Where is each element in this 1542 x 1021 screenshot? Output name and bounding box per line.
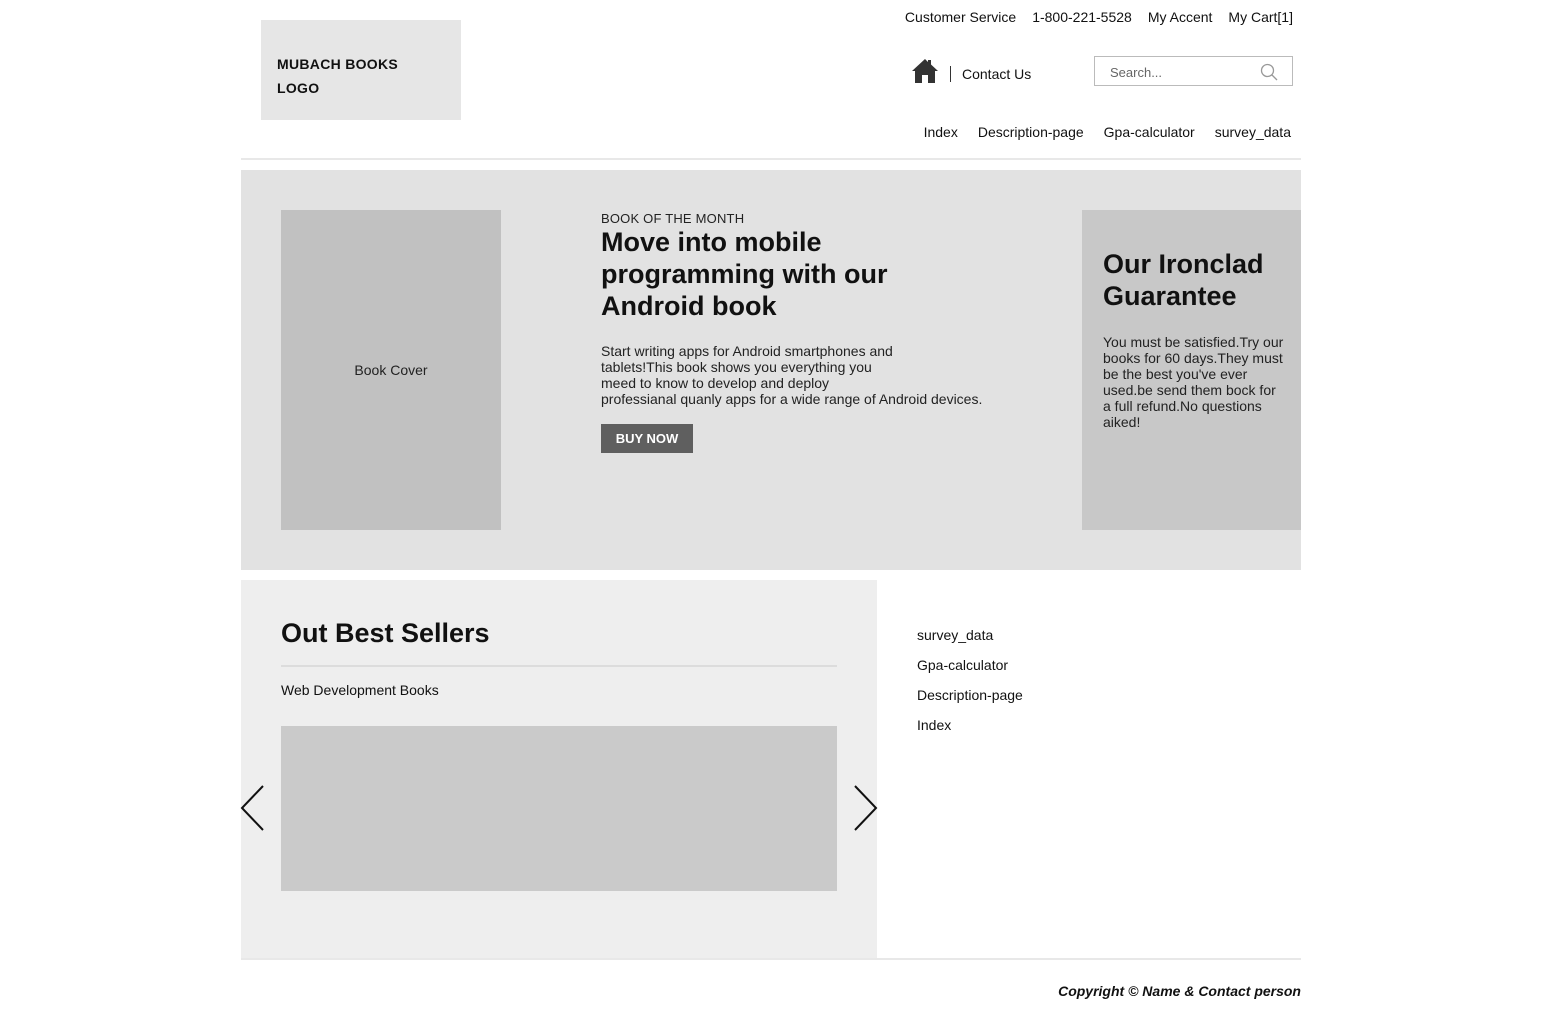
top-utility-links: Customer Service 1-800-221-5528 My Accen… [905,9,1293,25]
logo-line-1: MUBACH BOOKS [277,56,399,72]
nav-description-page[interactable]: Description-page [978,124,1084,140]
best-sellers-carousel[interactable] [281,726,837,891]
buy-now-button[interactable]: BUY NOW [601,424,693,453]
chevron-left-icon[interactable] [238,783,268,833]
chevron-right-icon[interactable] [850,783,880,833]
best-sellers-divider [281,665,837,667]
nav-gpa-calculator[interactable]: Gpa-calculator [1104,124,1195,140]
best-sellers-title: Out Best Sellers [281,618,490,648]
header-separator [950,66,951,82]
hero-description-line: tablets!This book shows you everything y… [601,359,872,375]
guarantee-title: Our Ironclad Guarantee [1103,249,1264,311]
home-icon[interactable] [911,58,939,84]
hero-headline: Move into mobile programming with our An… [601,227,888,321]
hero-description-line: Start writing apps for Android smartphon… [601,343,893,359]
sidebar-links: survey_data Gpa-calculator Description-p… [917,627,1023,747]
header-divider [241,158,1301,160]
contact-us-link[interactable]: Contact Us [962,66,1031,82]
book-of-month-label: BOOK OF THE MONTH [601,211,745,226]
my-cart-link[interactable]: My Cart[1] [1228,9,1293,25]
nav-survey-data[interactable]: survey_data [1215,124,1291,140]
copyright-text: Copyright © Name & Contact person [1058,983,1301,999]
search-icon[interactable] [1260,63,1278,81]
hero-description-line: professianal quanly apps for a wide rang… [601,391,983,407]
sidebar-item-description-page[interactable]: Description-page [917,687,1023,717]
customer-service-link[interactable]: Customer Service [905,9,1016,25]
nav-index[interactable]: Index [924,124,958,140]
sidebar-item-gpa-calculator[interactable]: Gpa-calculator [917,657,1023,687]
hero-description-line: meed to know to develop and deploy [601,375,830,391]
book-cover-label: Book Cover [354,362,428,378]
best-sellers-subtitle: Web Development Books [281,682,439,698]
search-box [1094,56,1293,86]
sidebar-item-index[interactable]: Index [917,717,1023,747]
guarantee-panel: Our Ironclad Guarantee You must be satis… [1082,210,1301,530]
sidebar-item-survey-data[interactable]: survey_data [917,627,1023,657]
logo-line-2: LOGO [277,80,320,96]
my-account-link[interactable]: My Accent [1148,9,1213,25]
phone-number-link[interactable]: 1-800-221-5528 [1032,9,1132,25]
footer-divider [241,958,1301,960]
main-nav: Index Description-page Gpa-calculator su… [924,124,1291,140]
search-input[interactable] [1108,58,1262,86]
hero-description: Start writing apps for Android smartphon… [601,343,1021,407]
site-logo[interactable]: MUBACH BOOKS LOGO [261,20,461,120]
book-cover-placeholder[interactable]: Book Cover [281,210,501,530]
guarantee-text: You must be satisfied.Try our books for … [1103,334,1284,430]
